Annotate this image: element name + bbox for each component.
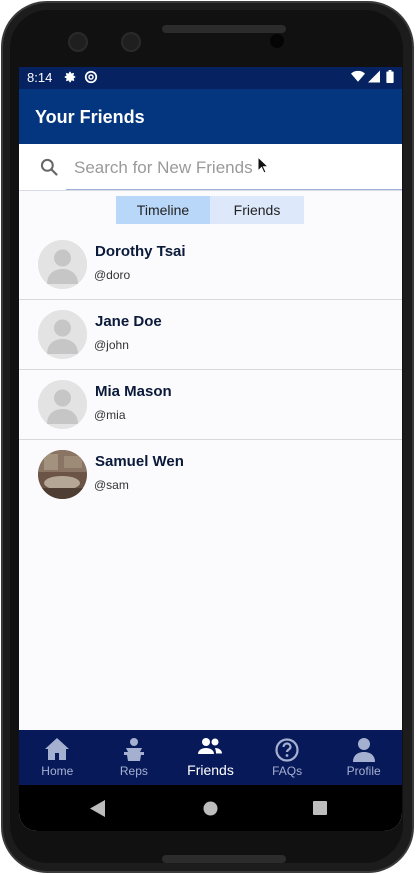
nav-reps[interactable]: Reps bbox=[96, 730, 173, 785]
friend-handle: @mia bbox=[94, 408, 126, 422]
page-title: Your Friends bbox=[35, 107, 145, 127]
nav-label: Reps bbox=[119, 764, 148, 778]
nav-label: Friends bbox=[187, 762, 234, 778]
tab-friends[interactable]: Friends bbox=[210, 196, 304, 224]
friend-name: Jane Doe bbox=[95, 313, 162, 330]
friends-list: Dorothy Tsai @doro Jane Doe @john Mia Ma… bbox=[19, 230, 402, 509]
signal-icon bbox=[368, 70, 380, 86]
bottom-speaker bbox=[162, 855, 286, 863]
search-input[interactable] bbox=[72, 154, 376, 182]
friend-handle: @doro bbox=[94, 268, 131, 282]
recents-square-icon[interactable] bbox=[313, 801, 327, 820]
nav-label: Home bbox=[41, 764, 74, 778]
list-item[interactable]: Mia Mason @mia bbox=[19, 370, 402, 440]
home-circle-icon[interactable] bbox=[203, 801, 218, 821]
avatar bbox=[38, 240, 87, 289]
bottom-nav: Home Reps Friends FAQs Profile bbox=[19, 730, 402, 785]
status-time: 8:14 bbox=[27, 70, 53, 85]
app-screen: 8:14 Your Friends Search for New Friends… bbox=[19, 67, 402, 831]
front-sensor bbox=[68, 32, 88, 52]
nav-friends[interactable]: Friends bbox=[172, 730, 249, 785]
friends-icon bbox=[197, 737, 223, 760]
tab-timeline[interactable]: Timeline bbox=[116, 196, 210, 224]
list-item[interactable]: Samuel Wen @sam bbox=[19, 440, 402, 509]
nav-label: FAQs bbox=[272, 764, 303, 778]
list-item[interactable]: Dorothy Tsai @doro bbox=[19, 230, 402, 300]
avatar bbox=[38, 380, 87, 429]
device-frame: 8:14 Your Friends Search for New Friends… bbox=[0, 0, 417, 875]
system-nav-bar bbox=[19, 785, 402, 831]
proximity-sensor bbox=[270, 34, 284, 48]
status-bar: 8:14 bbox=[19, 67, 402, 89]
friend-name: Samuel Wen bbox=[95, 453, 184, 470]
list-item[interactable]: Jane Doe @john bbox=[19, 300, 402, 370]
avatar bbox=[38, 450, 87, 499]
reps-icon bbox=[121, 737, 147, 766]
settings-icon bbox=[63, 70, 77, 87]
home-icon bbox=[44, 737, 70, 764]
nav-home[interactable]: Home bbox=[19, 730, 96, 785]
friend-handle: @sam bbox=[94, 478, 129, 492]
battery-icon bbox=[386, 70, 394, 86]
mouse-cursor-icon bbox=[257, 155, 270, 179]
search-underline bbox=[66, 189, 402, 190]
avatar bbox=[38, 310, 87, 359]
friend-handle: @john bbox=[94, 338, 129, 352]
at-sign-icon bbox=[84, 70, 98, 87]
view-toggle: Timeline Friends bbox=[116, 196, 304, 224]
search-bar bbox=[19, 144, 402, 191]
wifi-icon bbox=[351, 70, 365, 86]
help-circle-icon bbox=[274, 737, 300, 766]
top-speaker bbox=[162, 25, 286, 33]
back-icon[interactable] bbox=[90, 800, 106, 822]
friend-name: Mia Mason bbox=[95, 383, 172, 400]
nav-faqs[interactable]: FAQs bbox=[249, 730, 326, 785]
app-bar: Your Friends bbox=[19, 89, 402, 144]
person-icon bbox=[351, 737, 377, 766]
nav-label: Profile bbox=[346, 764, 381, 778]
front-camera bbox=[121, 32, 141, 52]
friend-name: Dorothy Tsai bbox=[95, 243, 186, 260]
nav-profile[interactable]: Profile bbox=[325, 730, 402, 785]
search-icon[interactable] bbox=[39, 157, 59, 182]
